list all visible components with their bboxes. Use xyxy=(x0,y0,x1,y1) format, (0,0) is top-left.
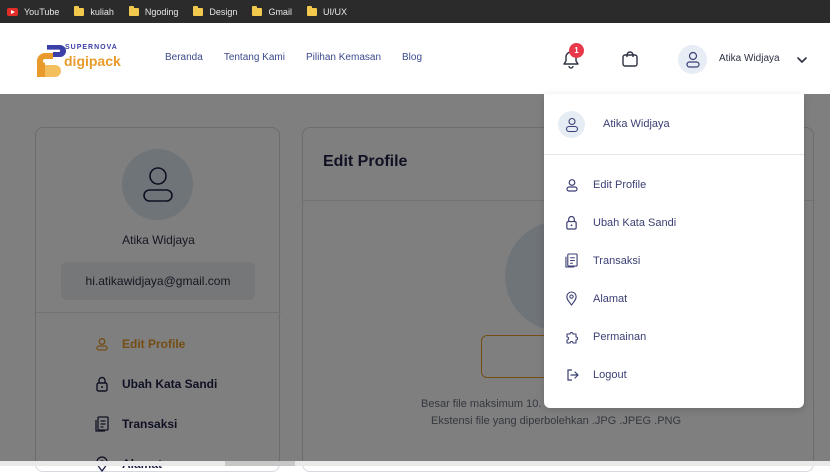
avatar xyxy=(558,111,585,138)
bookmark-label: Ngoding xyxy=(144,6,179,17)
user-icon xyxy=(685,51,700,68)
youtube-icon xyxy=(7,7,18,16)
menu-item-label: Transaksi xyxy=(593,254,641,267)
menu-item-label: Logout xyxy=(593,368,627,381)
menu-item-permainan[interactable]: Permainan xyxy=(564,329,646,344)
bookmarks-bar: YouTube kuliah Ngoding Design Gmail UI/U… xyxy=(0,0,830,23)
bookmark-label: kuliah xyxy=(90,6,114,17)
shopping-bag-icon xyxy=(622,51,638,67)
menu-item-transaksi[interactable]: Transaksi xyxy=(564,253,640,268)
lock-icon xyxy=(564,215,579,230)
logo-bottom-text: digipack xyxy=(64,53,121,69)
menu-item-logout[interactable]: Logout xyxy=(564,367,627,382)
menu-item-label: Ubah Kata Sandi xyxy=(593,216,677,229)
nav-link-tentang-kami[interactable]: Tentang Kami xyxy=(224,52,285,63)
bookmark-youtube[interactable]: YouTube xyxy=(7,7,59,17)
user-icon xyxy=(564,177,579,192)
navbar: SUPERNOVA digipack Beranda Tentang Kami … xyxy=(0,23,830,94)
main-nav: Beranda Tentang Kami Pilihan Kemasan Blo… xyxy=(165,52,443,63)
menu-item-edit-profile[interactable]: Edit Profile xyxy=(564,177,646,192)
bookmark-uiux[interactable]: UI/UX xyxy=(306,5,347,17)
scrollbar-thumb[interactable] xyxy=(225,461,295,466)
account-dropdown: Atika Widjaya Edit Profile Ubah Kata San… xyxy=(544,94,804,408)
dropdown-username: Atika Widjaya xyxy=(603,118,670,130)
folder-icon xyxy=(128,5,139,16)
bookmark-ngoding[interactable]: Ngoding xyxy=(128,5,179,17)
cart-button[interactable] xyxy=(620,49,640,69)
bookmark-label: UI/UX xyxy=(322,6,347,17)
folder-icon xyxy=(252,5,263,16)
menu-item-alamat[interactable]: Alamat xyxy=(564,291,627,306)
bookmark-label: Design xyxy=(209,6,238,17)
account-menu-toggle[interactable] xyxy=(796,53,808,65)
nav-link-pilihan-kemasan[interactable]: Pilihan Kemasan xyxy=(306,52,381,63)
folder-icon xyxy=(306,5,317,16)
avatar[interactable] xyxy=(678,45,707,74)
bookmark-gmail[interactable]: Gmail xyxy=(252,5,292,17)
folder-icon xyxy=(193,5,204,16)
dropdown-header: Atika Widjaya xyxy=(544,94,804,155)
logo-top-text: SUPERNOVA xyxy=(65,44,118,51)
bookmark-design[interactable]: Design xyxy=(193,5,238,17)
bookmark-label: YouTube xyxy=(24,6,60,17)
bookmark-kuliah[interactable]: kuliah xyxy=(74,5,114,17)
notification-badge: 1 xyxy=(569,43,584,58)
horizontal-scrollbar[interactable] xyxy=(0,461,830,466)
menu-item-label: Alamat xyxy=(593,292,628,305)
location-icon xyxy=(564,291,579,306)
nav-link-blog[interactable]: Blog xyxy=(402,52,422,63)
nav-username[interactable]: Atika Widjaya xyxy=(719,53,780,64)
menu-item-label: Permainan xyxy=(593,330,647,343)
folder-icon xyxy=(74,5,85,16)
menu-item-label: Edit Profile xyxy=(593,178,647,191)
puzzle-icon xyxy=(564,329,579,344)
nav-link-beranda[interactable]: Beranda xyxy=(165,52,203,63)
brand-logo[interactable]: SUPERNOVA digipack xyxy=(33,41,128,79)
user-icon xyxy=(565,117,578,132)
chevron-down-icon xyxy=(797,57,807,63)
bookmark-label: Gmail xyxy=(268,6,292,17)
logout-icon xyxy=(564,367,579,382)
menu-item-ubah-kata-sandi[interactable]: Ubah Kata Sandi xyxy=(564,215,676,230)
document-icon xyxy=(564,253,579,268)
